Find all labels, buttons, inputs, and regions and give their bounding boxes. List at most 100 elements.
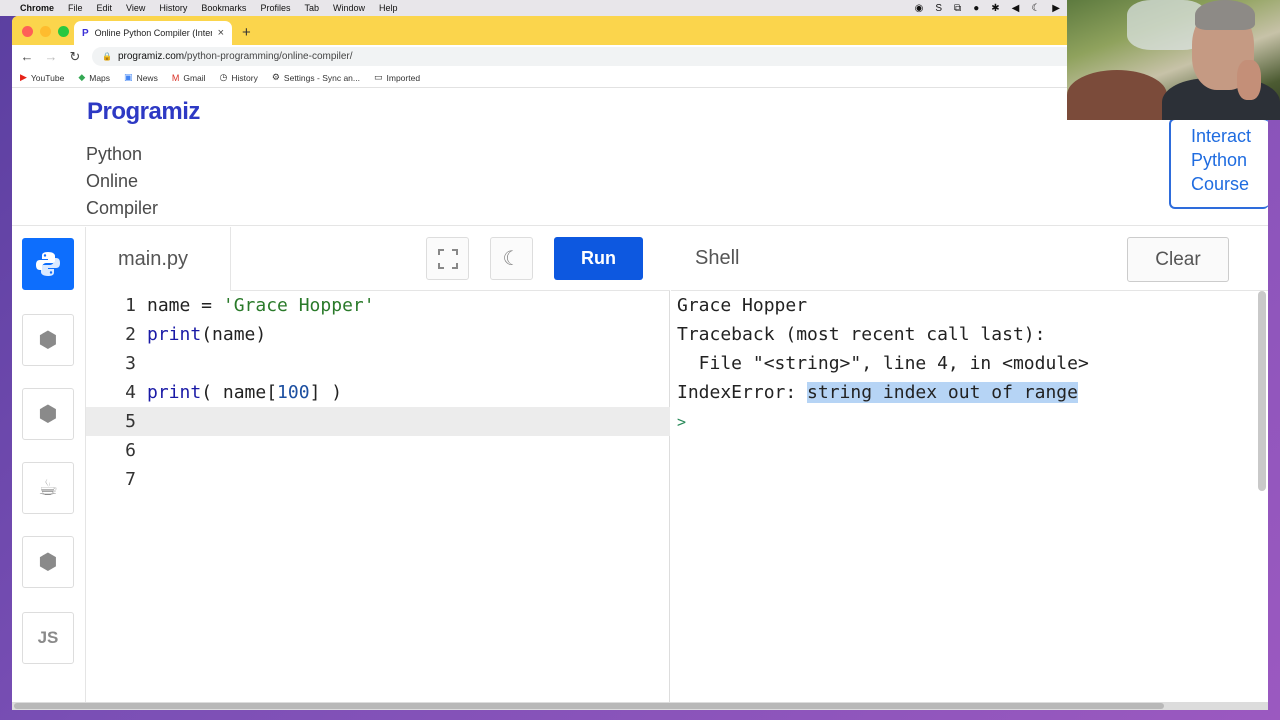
bookmark-settings[interactable]: ⚙ Settings - Sync an... xyxy=(272,72,360,83)
grammarly-icon[interactable]: ● xyxy=(973,3,979,14)
shell-output[interactable]: Grace Hopper Traceback (most recent call… xyxy=(671,291,1258,710)
menu-edit[interactable]: Edit xyxy=(97,3,113,13)
course-line: Course xyxy=(1191,174,1250,194)
play-icon[interactable]: ▶ xyxy=(1052,3,1060,14)
menu-tab[interactable]: Tab xyxy=(304,3,319,13)
browser-tab[interactable]: P Online Python Compiler (Interp × xyxy=(74,21,232,45)
window-controls xyxy=(22,26,69,37)
code-line[interactable]: 7 xyxy=(86,465,670,494)
language-python[interactable] xyxy=(22,238,74,290)
close-tab-icon[interactable]: × xyxy=(218,27,224,39)
line-number: 7 xyxy=(125,469,136,490)
course-line: Python xyxy=(1191,150,1248,170)
run-button[interactable]: Run xyxy=(554,237,643,280)
language-c[interactable]: ⬢ xyxy=(22,314,74,366)
bookmark-label: Gmail xyxy=(183,72,206,83)
webcam-overlay xyxy=(1067,0,1280,120)
line-number: 3 xyxy=(125,353,136,374)
moon-icon[interactable]: ☾ xyxy=(1031,3,1040,14)
bluetooth-icon[interactable]: ✱ xyxy=(991,3,999,14)
menu-history[interactable]: History xyxy=(159,3,187,13)
bookmark-label: History xyxy=(231,72,258,83)
python-icon xyxy=(36,252,60,276)
minimize-window-button[interactable] xyxy=(40,26,51,37)
reload-icon[interactable]: ↻ xyxy=(68,49,82,65)
bookmark-maps[interactable]: ◆ Maps xyxy=(78,72,110,83)
fullscreen-icon xyxy=(437,248,458,269)
forward-icon[interactable]: → xyxy=(44,49,58,64)
code-token: ] ) xyxy=(309,382,343,403)
shell-prompt[interactable]: > xyxy=(677,413,686,431)
menu-file[interactable]: File xyxy=(68,3,83,13)
code-line[interactable]: 1 name = 'Grace Hopper' xyxy=(86,291,670,320)
menu-view[interactable]: View xyxy=(126,3,145,13)
bookmark-news[interactable]: ▣ News xyxy=(124,72,158,83)
status-icons: ◉ S ⧉ ● ✱ ◀ ☾ ▶ xyxy=(915,0,1060,16)
code-text: print(name) xyxy=(147,324,266,345)
programiz-logo[interactable]: Programiz xyxy=(87,98,200,126)
zoom-window-button[interactable] xyxy=(58,26,69,37)
language-cpp[interactable]: ⬢ xyxy=(22,388,74,440)
bookmark-label: Maps xyxy=(89,72,111,83)
tab-title: Online Python Compiler (Interp xyxy=(94,28,212,38)
scrollbar-thumb[interactable] xyxy=(14,703,1164,709)
bookmark-label: Imported xyxy=(386,72,421,83)
webcam-plant xyxy=(1067,70,1167,120)
creative-cloud-icon[interactable]: ◉ xyxy=(915,3,924,14)
moon-icon: ☾ xyxy=(502,248,521,270)
code-text: name = 'Grace Hopper' xyxy=(147,295,375,316)
bookmark-history[interactable]: ◷ History xyxy=(220,72,258,83)
url-path: /python-programming/online-compiler/ xyxy=(184,51,353,62)
close-window-button[interactable] xyxy=(22,26,33,37)
menu-window[interactable]: Window xyxy=(333,3,365,13)
code-token: 'Grace Hopper' xyxy=(222,295,375,316)
language-sidebar: ⬢ ⬢ ☕ ⬢ JS xyxy=(12,227,86,710)
code-token: name = xyxy=(147,295,223,316)
code-token: 100 xyxy=(277,382,310,403)
language-js[interactable]: JS xyxy=(22,612,74,664)
code-line[interactable]: 6 xyxy=(86,436,670,465)
bookmark-youtube[interactable]: ▶ YouTube xyxy=(20,72,64,83)
clear-button[interactable]: Clear xyxy=(1127,237,1229,282)
language-java[interactable]: ☕ xyxy=(22,462,74,514)
course-line: Interact xyxy=(1191,126,1252,146)
menu-app[interactable]: Chrome xyxy=(20,3,54,13)
code-line[interactable]: 3 xyxy=(86,349,670,378)
code-editor[interactable]: 1 name = 'Grace Hopper' 2 print(name) 3 … xyxy=(86,291,670,710)
selected-text: string index out of range xyxy=(807,382,1078,403)
line-number: 6 xyxy=(125,440,136,461)
bookmark-label: Settings - Sync an... xyxy=(283,72,360,83)
new-tab-icon[interactable]: + xyxy=(242,24,251,41)
dark-mode-button[interactable]: ☾ xyxy=(490,237,533,280)
code-line-active[interactable]: 5 xyxy=(86,407,670,436)
menu-help[interactable]: Help xyxy=(379,3,398,13)
line-number: 4 xyxy=(125,382,136,403)
lock-icon[interactable]: 🔒 xyxy=(102,52,112,61)
menu-bookmarks[interactable]: Bookmarks xyxy=(201,3,246,13)
back-icon[interactable]: ← xyxy=(20,49,34,64)
output-line: IndexError: string index out of range xyxy=(677,382,1078,403)
bookmark-gmail[interactable]: M Gmail xyxy=(172,73,206,83)
gear-icon: ⚙ xyxy=(271,72,280,82)
history-icon: ◷ xyxy=(219,72,228,82)
file-tab-main[interactable]: main.py xyxy=(86,227,231,291)
horizontal-scrollbar[interactable] xyxy=(12,702,1268,710)
webcam-person-hair xyxy=(1195,0,1255,30)
s-icon[interactable]: S xyxy=(935,3,942,14)
fullscreen-button[interactable] xyxy=(426,237,469,280)
bookmark-imported[interactable]: ▭ Imported xyxy=(374,72,420,83)
webcam-person-hand xyxy=(1237,60,1261,100)
vertical-scrollbar[interactable] xyxy=(1258,291,1266,491)
language-csharp[interactable]: ⬢ xyxy=(22,536,74,588)
code-line[interactable]: 2 print(name) xyxy=(86,320,670,349)
browser-window: P Online Python Compiler (Interp × + ← →… xyxy=(12,16,1268,710)
maps-icon: ◆ xyxy=(78,72,86,82)
menu-profiles[interactable]: Profiles xyxy=(260,3,290,13)
line-number: 1 xyxy=(125,295,136,316)
interactive-course-link[interactable]: Interact Python Course xyxy=(1169,118,1268,209)
volume-icon[interactable]: ◀ xyxy=(1012,3,1020,14)
code-line[interactable]: 4 print( name[100] ) xyxy=(86,378,670,407)
window-icon[interactable]: ⧉ xyxy=(954,3,961,14)
output-line: Traceback (most recent call last): xyxy=(677,324,1046,345)
code-text: print( name[100] ) xyxy=(147,382,342,403)
